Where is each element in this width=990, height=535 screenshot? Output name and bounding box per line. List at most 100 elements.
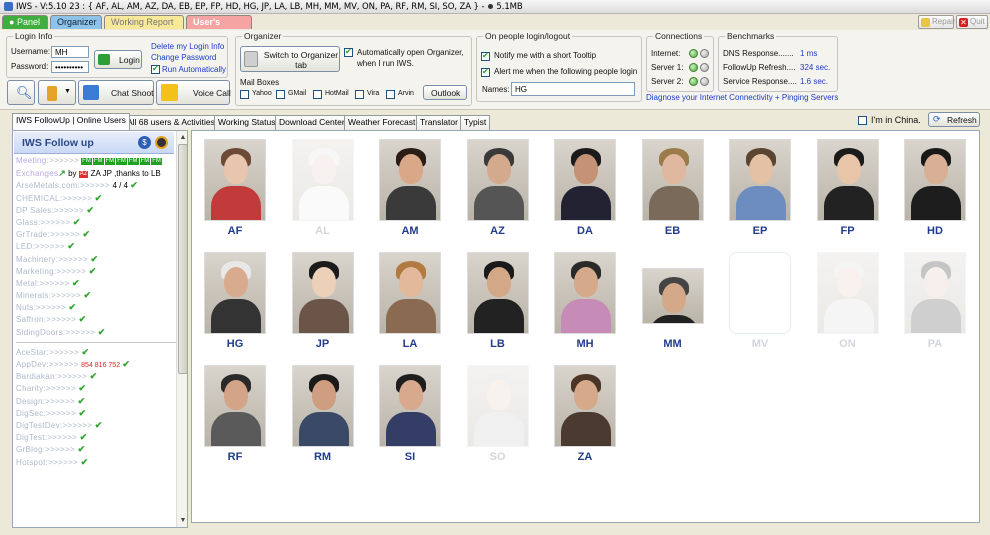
followup-item[interactable]: Design:>>>>>> ✔ [16,395,174,407]
followup-item[interactable]: DigSec:>>>>>> ✔ [16,407,174,419]
user-photo[interactable] [466,139,529,221]
user-card-lb[interactable]: LB [455,246,535,356]
username-input[interactable] [51,46,89,58]
user-card-af[interactable]: AF [192,133,272,243]
tab-download-center[interactable]: Download Center [275,115,349,130]
login-button[interactable]: Login [94,50,142,69]
refresh-button[interactable]: ⟳ Refresh [928,112,980,127]
user-photo[interactable] [291,139,354,221]
search-button[interactable]: 🔍︎ [7,80,35,105]
followup-item[interactable]: Glass:>>>>>> ✔ [16,216,174,228]
followup-scrollbar[interactable]: ▲ ▼ [176,131,187,527]
user-photo[interactable] [379,365,441,447]
followup-item[interactable]: GrTrade:>>>>>> ✔ [16,228,174,240]
user-photo[interactable] [379,139,441,221]
settings-gear-icon[interactable] [155,136,168,149]
user-card-da[interactable]: DA [542,133,622,243]
voice-call-button[interactable]: Voice Call [156,80,231,105]
followup-item[interactable]: Bardiakan:>>>>>> ✔ [16,370,174,382]
currency-icon[interactable]: $ [138,136,151,149]
tab-all-users[interactable]: All 68 users & Activities [123,115,219,130]
hotmail-checkbox[interactable] [313,90,322,99]
user-photo[interactable] [291,252,354,334]
user-photo[interactable] [379,252,441,334]
user-card-jp[interactable]: JP [280,246,360,356]
user-card-al[interactable]: AL [280,133,360,243]
followup-item[interactable]: AceStar:>>>>>> ✔ [16,346,174,358]
user-photo[interactable] [729,139,791,221]
user-photo[interactable] [554,139,616,221]
switch-organizer-button[interactable]: Switch to Organizer tab [240,46,340,72]
user-photo[interactable] [466,252,529,334]
tab-typist[interactable]: Typist [460,115,491,130]
user-photo[interactable] [204,252,266,334]
user-photo[interactable] [816,252,879,334]
run-auto-checkbox[interactable] [151,64,160,74]
yahoo-checkbox[interactable] [240,90,249,99]
user-card-si[interactable]: SI [367,359,447,469]
user-card-rm[interactable]: RM [280,359,360,469]
quit-button[interactable]: ✕ Quit [956,15,988,29]
followup-item[interactable]: Saffron:>>>>>> ✔ [16,313,174,325]
user-card-mh[interactable]: MH [542,246,622,356]
auto-open-organizer-checkbox[interactable] [344,47,353,57]
tab-panel[interactable]: ● Panel ● [2,15,48,40]
tab-followup-online[interactable]: IWS FollowUp | Online Users [12,113,130,130]
followup-item[interactable]: DP Sales:>>>>>> ✔ [16,204,174,216]
gmail-checkbox[interactable] [276,90,285,99]
user-card-az[interactable]: AZ [455,133,535,243]
followup-item[interactable]: Nuts:>>>>>> ✔ [16,301,174,313]
tab-translator[interactable]: Translator [416,115,462,130]
user-card-am[interactable]: AM [367,133,447,243]
tab-users-manual[interactable]: User's Manual [186,15,252,40]
followup-item[interactable]: DigTestDev:>>>>>> ✔ [16,419,174,431]
tab-weather-forecast[interactable]: Weather Forecast [344,115,420,130]
scroll-down-icon[interactable]: ▼ [178,515,187,526]
chat-shoot-button[interactable]: Chat Shoot [78,80,154,105]
user-photo[interactable] [291,365,354,447]
followup-item[interactable]: AppDev:>>>>>> 854 816 752 ✔ [16,358,174,370]
arvin-checkbox[interactable] [386,90,395,99]
followup-item[interactable]: Metal:>>>>>> ✔ [16,277,174,289]
user-card-eb[interactable]: EB [630,133,710,243]
password-input[interactable] [51,61,89,73]
followup-item[interactable]: Hotspot:>>>>>> ✔ [16,456,174,468]
tab-working-status[interactable]: Working Status [214,115,280,130]
change-password-link[interactable]: Change Password [151,53,216,62]
user-card-hd[interactable]: HD [892,133,972,243]
user-photo[interactable] [816,139,879,221]
diagnose-link[interactable]: Diagnose your Internet Connectivity + Pi… [646,93,838,102]
user-card-pa[interactable]: PA [892,246,972,356]
followup-item[interactable]: ArseMetals.com:>>>>>> 4 / 4 ✔ [16,179,174,191]
user-photo[interactable] [204,365,266,447]
followup-item[interactable]: DigTest:>>>>>> ✔ [16,431,174,443]
tab-organizer[interactable]: Organizer [50,15,102,29]
user-photo[interactable] [466,365,529,447]
user-card-fp[interactable]: FP [805,133,885,243]
vira-checkbox[interactable] [355,90,364,99]
user-card-mm[interactable]: MM [630,246,710,356]
user-photo[interactable] [554,252,616,334]
user-photo[interactable] [641,268,704,324]
followup-item[interactable]: SidingDoors:>>>>>> ✔ [16,326,174,338]
user-photo[interactable] [554,365,616,447]
scroll-thumb[interactable] [178,144,187,374]
repair-button[interactable]: Repair [918,15,956,29]
followup-item[interactable]: Charity:>>>>>> ✔ [16,382,174,394]
alert-login-checkbox[interactable] [481,67,490,77]
followup-item[interactable]: Machinery:>>>>>> ✔ [16,253,174,265]
china-checkbox[interactable] [858,116,867,125]
user-photo[interactable] [204,139,266,221]
user-photo[interactable] [904,252,966,334]
followup-item[interactable]: GrBlog:>>>>>> ✔ [16,443,174,455]
user-card-rf[interactable]: RF [192,359,272,469]
user-card-hg[interactable]: HG [192,246,272,356]
delete-login-link[interactable]: Delete my Login Info [151,42,224,51]
user-photo[interactable] [641,139,704,221]
followup-item[interactable]: LED:>>>>>> ✔ [16,240,174,252]
user-card-on[interactable]: ON [805,246,885,356]
names-input[interactable] [511,82,635,96]
notify-tooltip-checkbox[interactable] [481,51,490,61]
user-card-la[interactable]: LA [367,246,447,356]
outlook-button[interactable]: Outlook [423,85,467,100]
